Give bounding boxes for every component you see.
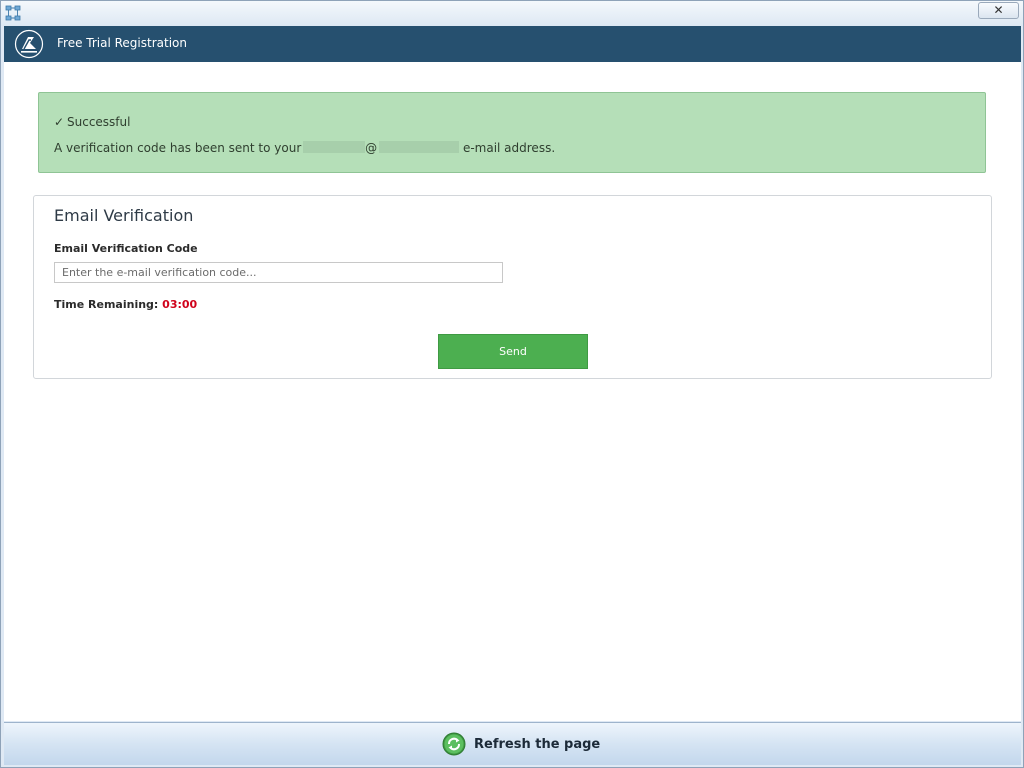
refresh-page-label: Refresh the page <box>474 736 601 752</box>
refresh-page-button[interactable]: Refresh the page <box>442 732 600 756</box>
time-remaining: Time Remaining: 03:00 <box>54 298 197 311</box>
main-content: Free Trial Registration ✓ Successful A ve… <box>4 26 1021 721</box>
refresh-icon <box>442 732 466 756</box>
send-button[interactable]: Send <box>438 334 588 369</box>
alert-title: Successful <box>67 115 131 129</box>
app-header: Free Trial Registration <box>4 26 1021 62</box>
bottom-toolbar: Refresh the page <box>4 722 1021 765</box>
redacted-email-domain <box>379 141 460 153</box>
verification-code-input[interactable] <box>54 262 503 283</box>
checkmark-icon: ✓ <box>54 115 65 129</box>
close-icon: ✕ <box>993 3 1004 17</box>
brand-logo-icon <box>14 29 44 59</box>
app-network-icon <box>5 5 21 21</box>
window-titlebar: ✕ <box>1 1 1023 26</box>
alert-message: A verification code has been sent to you… <box>54 141 555 155</box>
dialog-window: ✕ Free Trial Registration ✓ Successful A … <box>0 0 1024 768</box>
panel-heading: Email Verification <box>54 206 194 225</box>
window-close-button[interactable]: ✕ <box>978 2 1019 19</box>
email-at-sign: @ <box>365 141 378 155</box>
email-verification-panel: Email Verification Email Verification Co… <box>33 195 992 379</box>
alert-message-prefix: A verification code has been sent to you… <box>54 141 302 155</box>
timer-value: 03:00 <box>162 298 198 311</box>
code-field-label: Email Verification Code <box>54 242 198 255</box>
alert-message-suffix: e-mail address. <box>462 141 556 155</box>
app-title: Free Trial Registration <box>57 36 187 50</box>
timer-label: Time Remaining: <box>54 298 159 311</box>
alert-title-row: ✓ Successful <box>54 115 130 129</box>
redacted-email-user <box>303 141 366 153</box>
success-alert: ✓ Successful A verification code has been… <box>38 92 986 173</box>
